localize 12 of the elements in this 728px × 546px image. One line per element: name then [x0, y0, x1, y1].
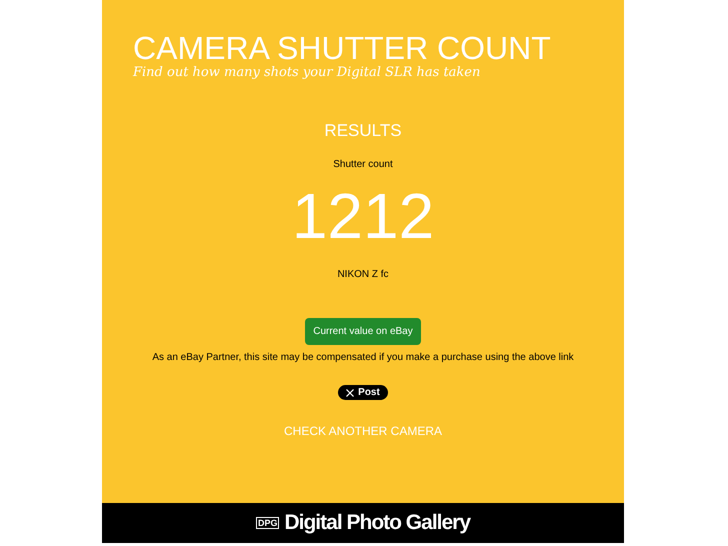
- x-logo-icon: [346, 388, 354, 396]
- results-heading: RESULTS: [324, 120, 402, 142]
- ebay-value-button[interactable]: Current value on eBay: [305, 318, 421, 345]
- page-title: CAMERA SHUTTER COUNT: [133, 30, 551, 66]
- shutter-count-label: Shutter count: [333, 158, 393, 172]
- disclaimer-text: As an eBay Partner, this site may be compensated if you make a purchase using the above link: [152, 351, 574, 365]
- camera-model: NIKON Z fc: [337, 268, 389, 282]
- shutter-count-value: 1212: [292, 184, 434, 248]
- brand-name: Digital Photo Gallery: [284, 510, 470, 536]
- x-post-button[interactable]: Post: [338, 385, 388, 400]
- logo-mark: DPG: [256, 517, 280, 529]
- page-subtitle: Find out how many shots your Digital SLR has taken: [133, 66, 480, 80]
